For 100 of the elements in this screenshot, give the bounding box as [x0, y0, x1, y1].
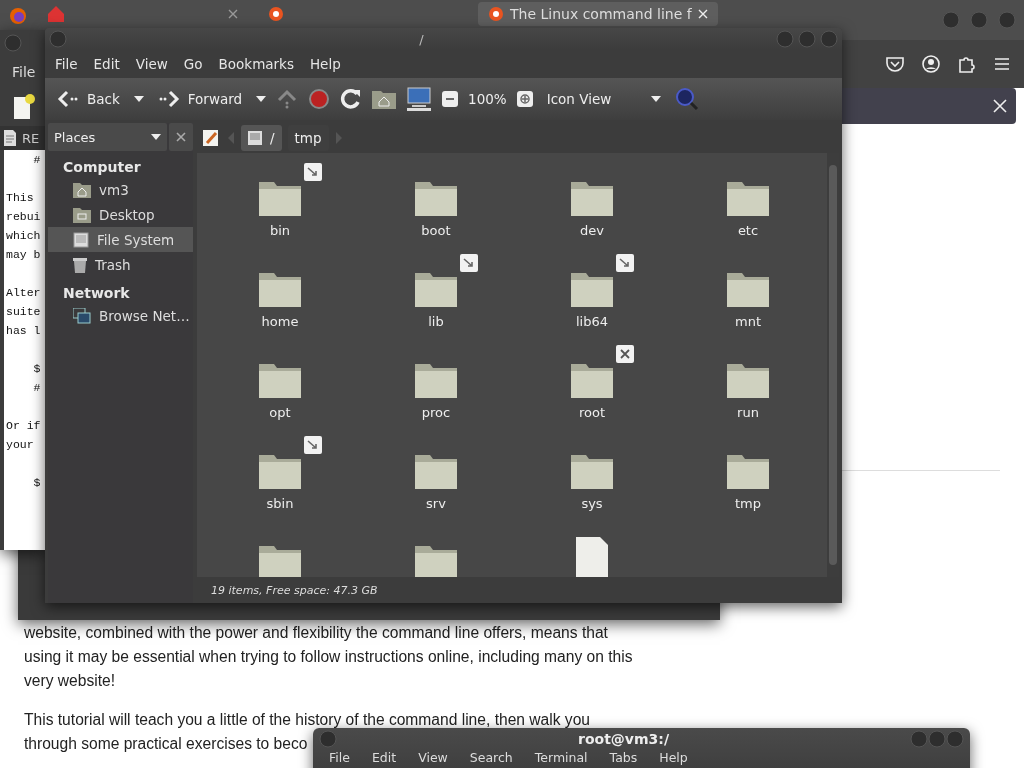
view-dropdown[interactable]: Icon View: [542, 88, 666, 110]
folder-icon[interactable]: [414, 361, 458, 399]
menu-item[interactable]: Bookmarks: [210, 52, 302, 76]
up-arrow-icon[interactable]: [276, 89, 299, 109]
tab-favicon-icon: [48, 6, 64, 22]
window-title: root@vm3:/: [577, 731, 670, 747]
folder-icon[interactable]: [258, 361, 302, 399]
text-line: #: [32, 380, 41, 396]
back-button[interactable]: Back: [53, 87, 124, 111]
browser-tab[interactable]: The Linux command line f: [478, 2, 718, 26]
tab-favicon-icon: [268, 6, 284, 22]
sidebar-heading: Network: [62, 284, 131, 303]
file-name: srv: [426, 496, 446, 511]
article-text: This tutorial will teach you a little of the history of the command line, then walk you: [24, 710, 590, 730]
stop-icon[interactable]: [308, 88, 331, 110]
file-name: boot: [421, 223, 451, 238]
sidebar-item[interactable]: Browse Net…: [48, 303, 193, 328]
file-name: lib64: [576, 314, 608, 329]
document-icon: [4, 130, 16, 146]
text-line: rebui: [6, 209, 41, 225]
drive-icon: [248, 131, 262, 145]
search-icon[interactable]: [675, 87, 700, 111]
edit-location-icon[interactable]: [201, 128, 221, 148]
article-text: website, combined with the power and flexibility the command line offers, means that: [24, 623, 608, 643]
file-name: mnt: [735, 314, 761, 329]
reload-icon[interactable]: [340, 88, 363, 110]
new-document-icon[interactable]: [12, 94, 36, 120]
pocket-icon[interactable]: [886, 56, 904, 72]
file-name: opt: [269, 405, 291, 420]
text-line: Or if: [6, 418, 41, 434]
path-button[interactable]: /: [241, 125, 282, 151]
home-folder-icon[interactable]: [372, 89, 397, 109]
folder-icon[interactable]: [726, 270, 770, 308]
text-line: $: [32, 475, 41, 491]
forward-arrow-icon: [157, 90, 180, 108]
close-sidebar-button[interactable]: [169, 123, 193, 151]
folder-icon[interactable]: [258, 452, 302, 490]
caret-icon[interactable]: [256, 96, 267, 102]
menu-item[interactable]: Search: [469, 750, 513, 766]
close-icon[interactable]: [697, 9, 708, 19]
desktop-folder-icon: [73, 206, 91, 223]
home-folder-icon: [73, 181, 91, 198]
zoom-in-icon[interactable]: [516, 91, 533, 107]
folder-icon[interactable]: [570, 270, 614, 308]
zoom-out-icon[interactable]: [442, 91, 459, 107]
folder-icon[interactable]: [570, 179, 614, 217]
sidebar-item[interactable]: File System: [48, 227, 193, 252]
menu-item[interactable]: File: [329, 750, 350, 766]
account-icon[interactable]: [922, 55, 940, 73]
browser-logo-icon[interactable]: [8, 6, 28, 26]
file-name: etc: [737, 223, 759, 238]
computer-icon[interactable]: [406, 87, 433, 111]
menu-item[interactable]: Edit: [85, 52, 128, 76]
folder-icon[interactable]: [726, 361, 770, 399]
text-line: #: [32, 152, 41, 168]
folder-icon[interactable]: [258, 543, 302, 577]
sidebar-item[interactable]: vm3: [48, 177, 193, 202]
menu-item[interactable]: Terminal: [534, 750, 588, 766]
folder-icon[interactable]: [258, 270, 302, 308]
file-name: lib: [428, 314, 444, 329]
menu-item[interactable]: Help: [659, 750, 688, 766]
menu-item[interactable]: Go: [175, 52, 211, 76]
menu-item[interactable]: Tabs: [609, 750, 638, 766]
article-text: very website!: [24, 671, 115, 691]
puzzle-icon[interactable]: [958, 55, 976, 73]
article-text: through some practical exercises to beco: [24, 734, 308, 754]
sidebar-item[interactable]: Desktop: [48, 202, 193, 227]
file-name: root: [578, 405, 606, 420]
folder-icon[interactable]: [414, 270, 458, 308]
folder-icon[interactable]: [414, 543, 458, 577]
caret-icon[interactable]: [133, 96, 144, 102]
menu-item[interactable]: Edit: [371, 750, 397, 766]
text-line: which: [6, 228, 41, 244]
forward-button[interactable]: Forward: [153, 87, 247, 111]
folder-icon[interactable]: [726, 179, 770, 217]
file-name: sys: [581, 496, 603, 511]
places-dropdown[interactable]: Places: [48, 123, 167, 151]
folder-icon[interactable]: [570, 361, 614, 399]
text-area[interactable]: # This rebui which may b Alter suite has l $ # Or if your $: [4, 150, 46, 550]
close-icon: [176, 132, 186, 142]
menu-item[interactable]: View: [418, 750, 448, 766]
tab-favicon-icon: [488, 6, 504, 22]
folder-icon[interactable]: [570, 452, 614, 490]
close-icon[interactable]: [992, 98, 1008, 114]
trash-icon: [73, 256, 87, 273]
menu-item[interactable]: File: [47, 52, 86, 76]
menu-icon[interactable]: [994, 57, 1010, 71]
sidebar-item[interactable]: Trash: [48, 252, 193, 277]
folder-icon[interactable]: [258, 179, 302, 217]
file-name: sbin: [266, 496, 294, 511]
folder-icon[interactable]: [414, 452, 458, 490]
folder-icon[interactable]: [414, 179, 458, 217]
text-line: This: [6, 190, 34, 206]
file-name: proc: [421, 405, 451, 420]
menu-item[interactable]: Help: [301, 52, 349, 76]
menu-item[interactable]: File: [12, 64, 36, 80]
caret-icon: [151, 134, 161, 140]
folder-icon[interactable]: [726, 452, 770, 490]
file-icon[interactable]: [574, 537, 610, 577]
menu-item[interactable]: View: [127, 52, 176, 76]
